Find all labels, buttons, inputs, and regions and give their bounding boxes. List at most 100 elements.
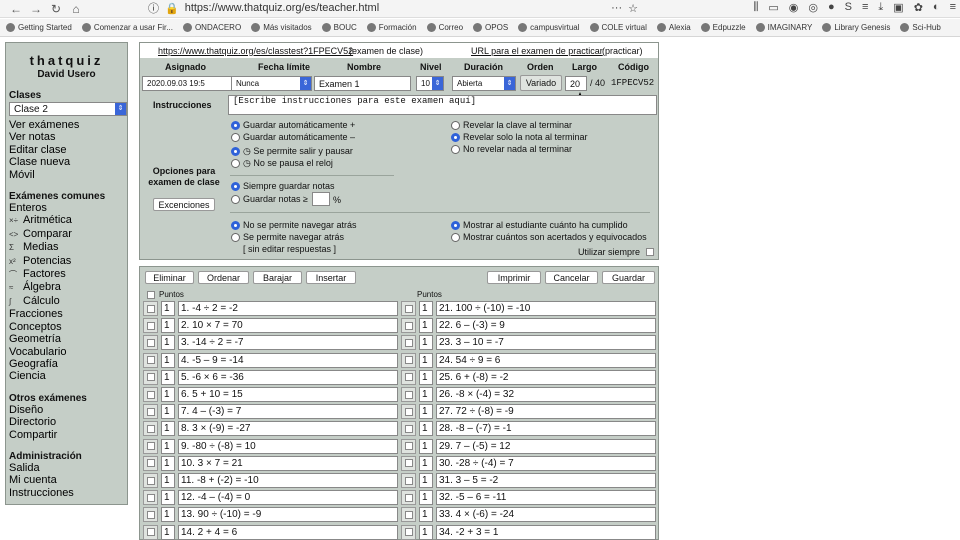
question-text[interactable]: 32. -5 – 6 = -11 <box>436 490 656 506</box>
question-text[interactable]: 4. -5 – 9 = -14 <box>178 352 398 368</box>
points-input[interactable]: 1 <box>419 387 433 402</box>
sidebar-common-link-8[interactable]: Fracciones <box>9 308 124 320</box>
question-text[interactable]: 26. -8 × (-4) = 32 <box>436 387 656 402</box>
test-name-input[interactable]: Examen 1 <box>314 76 411 91</box>
question-text[interactable]: 23. 3 – 10 = -7 <box>436 335 656 351</box>
sidebar-common-link-12[interactable]: Geografía <box>9 358 124 370</box>
sidebar-icon[interactable]: ▭ <box>768 1 778 14</box>
question-text[interactable]: 14. 2 + 4 = 6 <box>178 524 398 540</box>
info-icon[interactable]: ⓘ <box>148 0 159 16</box>
question-checkbox[interactable] <box>143 473 158 488</box>
bookmark-sci-hub[interactable]: Sci-Hub <box>900 23 941 32</box>
extension-icon[interactable]: ● <box>828 1 835 14</box>
sidebar-admin-link-0[interactable]: Salida <box>9 462 124 474</box>
sidebar-other-link-2[interactable]: Compartir <box>9 429 124 441</box>
sidebar-common-link-1[interactable]: ×÷ Aritmética <box>9 214 124 227</box>
sidebar-common-link-13[interactable]: Ciencia <box>9 370 124 382</box>
points-input[interactable]: 1 <box>419 404 433 420</box>
bookmark-library-genesis[interactable]: Library Genesis <box>822 23 890 32</box>
question-checkbox[interactable] <box>143 490 158 506</box>
extension-icon[interactable]: ▣ <box>893 1 903 14</box>
points-input[interactable]: 1 <box>161 507 175 523</box>
question-checkbox[interactable] <box>401 490 416 506</box>
points-input[interactable]: 1 <box>161 369 175 385</box>
bookmark-cole-virtual[interactable]: COLE virtual <box>589 23 647 32</box>
download-icon[interactable]: ⤓ <box>878 1 883 14</box>
reveal-key[interactable]: Revelar la clave al terminar <box>451 120 572 131</box>
instructions-textarea[interactable]: [Escribe instrucciones para este examen … <box>228 95 657 115</box>
more-icon[interactable]: ··· <box>611 2 622 14</box>
question-checkbox[interactable] <box>401 473 416 488</box>
points-input[interactable]: 1 <box>419 524 433 540</box>
question-checkbox[interactable] <box>401 301 416 316</box>
length-input[interactable]: 20 <box>565 76 587 91</box>
sidebar-admin-link-2[interactable]: Instrucciones <box>9 487 124 499</box>
points-input[interactable]: 1 <box>419 490 433 506</box>
points-input[interactable]: 1 <box>161 387 175 402</box>
question-checkbox[interactable] <box>143 335 158 351</box>
reload-icon[interactable]: ↻ <box>46 2 66 16</box>
points-input[interactable]: 1 <box>161 524 175 540</box>
shuffle-button[interactable]: Barajar <box>253 271 302 284</box>
question-text[interactable]: 25. 6 + (-8) = -2 <box>436 369 656 385</box>
star-icon[interactable]: ☆ <box>628 2 638 15</box>
points-input[interactable]: 1 <box>161 438 175 454</box>
points-input[interactable]: 1 <box>161 318 175 334</box>
sort-button[interactable]: Ordenar <box>198 271 249 284</box>
library-icon[interactable]: ⫼ <box>753 1 758 14</box>
sidebar-common-link-4[interactable]: x² Potencias <box>9 255 124 268</box>
question-checkbox[interactable] <box>401 335 416 351</box>
reveal-grade[interactable]: Revelar solo la nota al terminar <box>451 132 588 143</box>
question-text[interactable]: 28. -8 – (-7) = -1 <box>436 421 656 437</box>
bookmark-getting-started[interactable]: Getting Started <box>6 23 72 32</box>
question-text[interactable]: 5. -6 × 6 = -36 <box>178 369 398 385</box>
question-checkbox[interactable] <box>143 421 158 437</box>
sidebar-class-link-2[interactable]: Editar clase <box>9 144 124 156</box>
question-text[interactable]: 34. -2 + 3 = 1 <box>436 524 656 540</box>
question-checkbox[interactable] <box>401 455 416 471</box>
bookmark-imaginary[interactable]: IMAGINARY <box>755 23 812 32</box>
question-text[interactable]: 21. 100 ÷ (-10) = -10 <box>436 301 656 316</box>
question-text[interactable]: 6. 5 + 10 = 15 <box>178 387 398 402</box>
grade-threshold-input[interactable] <box>312 192 330 206</box>
question-text[interactable]: 7. 4 – (-3) = 7 <box>178 404 398 420</box>
points-input[interactable]: 1 <box>161 490 175 506</box>
bookmark-formacion[interactable]: Formación <box>366 23 417 32</box>
question-text[interactable]: 27. 72 ÷ (-8) = -9 <box>436 404 656 420</box>
bookmark-opos[interactable]: OPOS <box>473 23 508 32</box>
bookmark-correo[interactable]: Correo <box>426 23 463 32</box>
question-checkbox[interactable] <box>401 438 416 454</box>
practice-link[interactable]: URL para el examen de practicar <box>471 46 603 56</box>
always-use-checkbox[interactable] <box>646 248 654 256</box>
points-input[interactable]: 1 <box>161 421 175 437</box>
question-text[interactable]: 12. -4 – (-4) = 0 <box>178 490 398 506</box>
points-input[interactable]: 1 <box>419 352 433 368</box>
save-grades-threshold[interactable]: Guardar notas ≥ <box>231 194 308 205</box>
sidebar-common-link-0[interactable]: Enteros <box>9 202 124 214</box>
question-checkbox[interactable] <box>143 318 158 334</box>
points-input[interactable]: 1 <box>419 335 433 351</box>
question-checkbox[interactable] <box>143 301 158 316</box>
question-text[interactable]: 29. 7 – (-5) = 12 <box>436 438 656 454</box>
question-checkbox[interactable] <box>401 524 416 540</box>
points-input[interactable]: 1 <box>419 369 433 385</box>
bookmark-alexia[interactable]: Alexia <box>656 23 691 32</box>
question-checkbox[interactable] <box>143 352 158 368</box>
question-checkbox[interactable] <box>401 507 416 523</box>
question-checkbox[interactable] <box>143 369 158 385</box>
bookmark-edpuzzle[interactable]: Edpuzzle <box>700 23 746 32</box>
sidebar-class-link-1[interactable]: Ver notas <box>9 131 124 143</box>
sidebar-common-link-10[interactable]: Geometría <box>9 333 124 345</box>
select-all-left-checkbox[interactable] <box>147 291 155 299</box>
level-select[interactable]: 10 ⇕ <box>416 76 444 91</box>
bookmark-campusvirtual[interactable]: campusvirtual <box>518 23 580 32</box>
extension-icon[interactable]: S <box>845 1 852 14</box>
question-checkbox[interactable] <box>143 404 158 420</box>
sidebar-common-link-7[interactable]: ∫ Cálculo <box>9 295 124 308</box>
sidebar-other-link-1[interactable]: Directorio <box>9 416 124 428</box>
bookmark-bouc[interactable]: BOUC <box>321 23 357 32</box>
exceptions-button[interactable]: Excenciones <box>153 198 215 211</box>
bookmark-comenzar-a-usar-fir[interactable]: Comenzar a usar Fir... <box>81 23 173 32</box>
question-text[interactable]: 33. 4 × (-6) = -24 <box>436 507 656 523</box>
menu-icon[interactable]: ≡ <box>950 1 956 14</box>
